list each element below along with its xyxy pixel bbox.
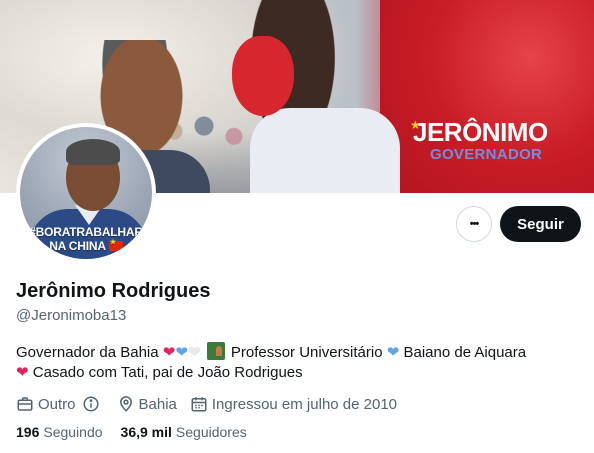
- banner-red-background: [380, 0, 594, 193]
- banner-brand-name: JERÔNIMO: [413, 117, 548, 147]
- profile-meta-row: Outro Bahia Ingressou em julho de 2010: [16, 394, 410, 414]
- following-link[interactable]: 196 Seguindo: [16, 424, 103, 440]
- meta-location-label: Bahia: [138, 395, 177, 413]
- red-heart-icon: ❤: [162, 344, 176, 361]
- following-count: 196: [16, 424, 40, 440]
- blue-heart-icon-2: ❤: [386, 344, 400, 361]
- avatar-photo: #BORATRABALHAR NA CHINA: [20, 127, 152, 259]
- meta-category: Outro: [16, 395, 104, 413]
- meta-location: Bahia: [117, 395, 177, 413]
- meta-category-label: Outro: [38, 395, 76, 413]
- banner-brand-title: GOVERNADOR: [430, 146, 543, 163]
- bio-text-1: Governador da Bahia: [16, 344, 159, 361]
- meta-joined: Ingressou em julho de 2010: [190, 395, 397, 413]
- bio-text-4: Casado com Tati, pai de João Rodrigues: [32, 364, 303, 381]
- followers-label: Seguidores: [175, 424, 247, 440]
- banner-girl-shirt: [250, 108, 400, 193]
- location-pin-icon: [119, 396, 132, 412]
- info-icon[interactable]: [82, 395, 100, 413]
- briefcase-icon: [17, 397, 33, 411]
- profile-name: Jerônimo Rodrigues: [16, 280, 211, 302]
- following-label: Seguindo: [43, 424, 103, 440]
- bio-text-3: Baiano de Aiquara: [403, 344, 527, 361]
- followers-count: 36,9 mil: [120, 424, 172, 440]
- profile-avatar[interactable]: #BORATRABALHAR NA CHINA: [16, 123, 156, 263]
- avatar-hair: [66, 139, 120, 165]
- white-heart-icon: ❤: [187, 344, 201, 361]
- teacher-emoji-icon: [206, 342, 225, 360]
- red-heart-icon-2: ❤: [16, 364, 29, 381]
- bio-text-2: Professor Universitário: [230, 344, 383, 361]
- profile-bio: Governador da Bahia ❤❤❤ Professor Univer…: [16, 342, 576, 383]
- profile-stats: 196 Seguindo 36,9 mil Seguidores: [16, 424, 265, 440]
- profile-handle: @Jeronimoba13: [16, 307, 127, 324]
- more-options-icon: •••: [469, 217, 480, 230]
- follow-button[interactable]: Seguir: [500, 206, 581, 242]
- blue-heart-icon: ❤: [175, 344, 188, 361]
- banner-girl-painted-face: [232, 36, 294, 116]
- more-options-button[interactable]: •••: [456, 206, 492, 242]
- avatar-caption-line1: #BORATRABALHAR: [29, 225, 143, 239]
- china-flag-icon: [108, 238, 123, 251]
- avatar-caption-line2: NA CHINA: [20, 238, 152, 253]
- avatar-caption-line2-text: NA CHINA: [49, 239, 106, 253]
- followers-link[interactable]: 36,9 mil Seguidores: [121, 424, 247, 440]
- calendar-icon: [191, 397, 207, 412]
- meta-joined-label: Ingressou em julho de 2010: [211, 395, 398, 413]
